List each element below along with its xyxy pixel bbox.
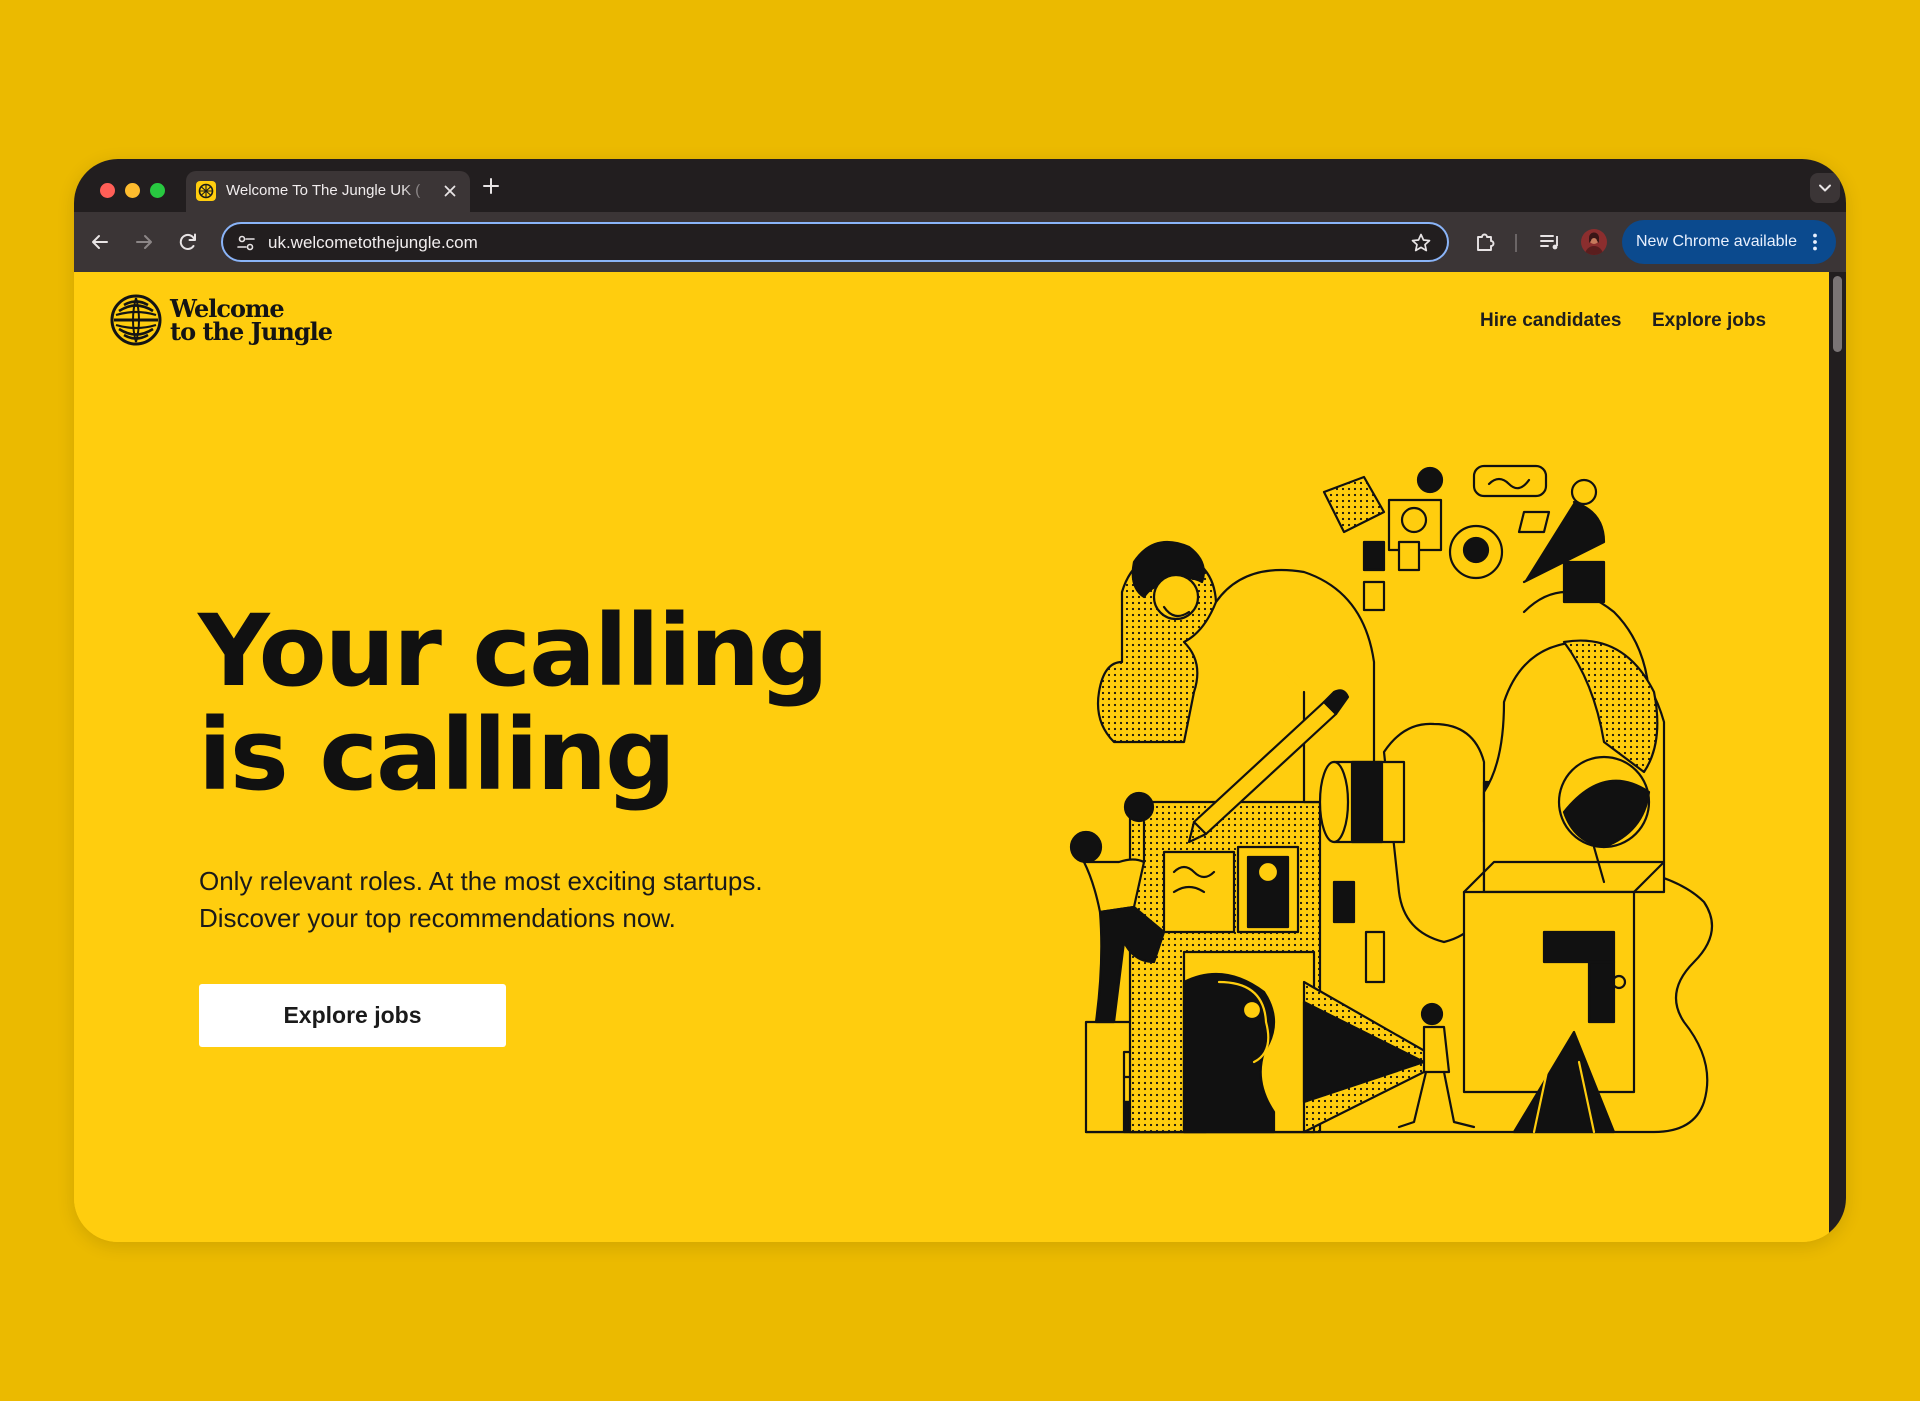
favicon-icon	[196, 181, 216, 201]
hero-illustration	[1069, 464, 1714, 1134]
nav-link-hire-candidates[interactable]: Hire candidates	[1480, 309, 1622, 333]
close-icon[interactable]	[440, 181, 460, 201]
tab-title: Welcome To The Jungle UK (	[226, 182, 421, 199]
site-logo[interactable]: Welcome to the Jungle	[110, 294, 333, 350]
toolbar-divider	[1515, 234, 1517, 252]
reload-icon[interactable]	[174, 228, 202, 256]
tab-welcome-to-the-jungle[interactable]: Welcome To The Jungle UK (	[186, 171, 470, 212]
update-label: New Chrome available	[1636, 233, 1797, 250]
close-window-button[interactable]	[100, 183, 115, 198]
update-chrome-button[interactable]: New Chrome available	[1622, 220, 1836, 264]
scrollbar-thumb[interactable]	[1833, 276, 1842, 352]
hero-subtitle-line2: Discover your top recommendations now.	[199, 903, 676, 933]
media-queue-icon[interactable]	[1536, 228, 1564, 256]
arrow-left-icon[interactable]	[86, 228, 114, 256]
logo-text-line2: to the Jungle	[170, 317, 333, 346]
hero-subtitle-line1: Only relevant roles. At the most excitin…	[199, 866, 763, 896]
url-text[interactable]: uk.welcometothejungle.com	[268, 232, 478, 254]
hero-title: Your calling is calling	[198, 600, 918, 808]
arrow-right-icon[interactable]	[130, 228, 158, 256]
plus-icon[interactable]	[478, 173, 504, 199]
vertical-scrollbar[interactable]	[1829, 272, 1846, 1242]
browser-window: Welcome To The Jungle UK (uk.welcometot…	[74, 159, 1846, 1242]
chevron-down-icon[interactable]	[1810, 173, 1840, 203]
browser-toolbar: uk.welcometothejungle.com New Chrome ava…	[74, 212, 1846, 272]
explore-jobs-button[interactable]: Explore jobs	[199, 984, 506, 1047]
puzzle-icon[interactable]	[1471, 228, 1499, 256]
logo-mark-icon	[110, 294, 162, 346]
avatar[interactable]	[1581, 229, 1607, 255]
tab-strip: Welcome To The Jungle UK (	[74, 159, 1846, 212]
hero-title-line2: is calling	[198, 698, 676, 813]
tune-icon[interactable]	[235, 232, 257, 254]
kebab-menu-icon[interactable]	[1804, 231, 1826, 253]
hero-subtitle: Only relevant roles. At the most excitin…	[199, 863, 959, 937]
maximize-window-button[interactable]	[150, 183, 165, 198]
page-viewport: Welcome to the Jungle Hire candidates Ex…	[74, 272, 1846, 1242]
minimize-window-button[interactable]	[125, 183, 140, 198]
address-bar[interactable]: uk.welcometothejungle.com	[221, 222, 1449, 262]
hero-title-line1: Your calling	[198, 594, 829, 709]
nav-link-explore-jobs[interactable]: Explore jobs	[1652, 309, 1766, 333]
star-icon[interactable]	[1409, 231, 1433, 255]
